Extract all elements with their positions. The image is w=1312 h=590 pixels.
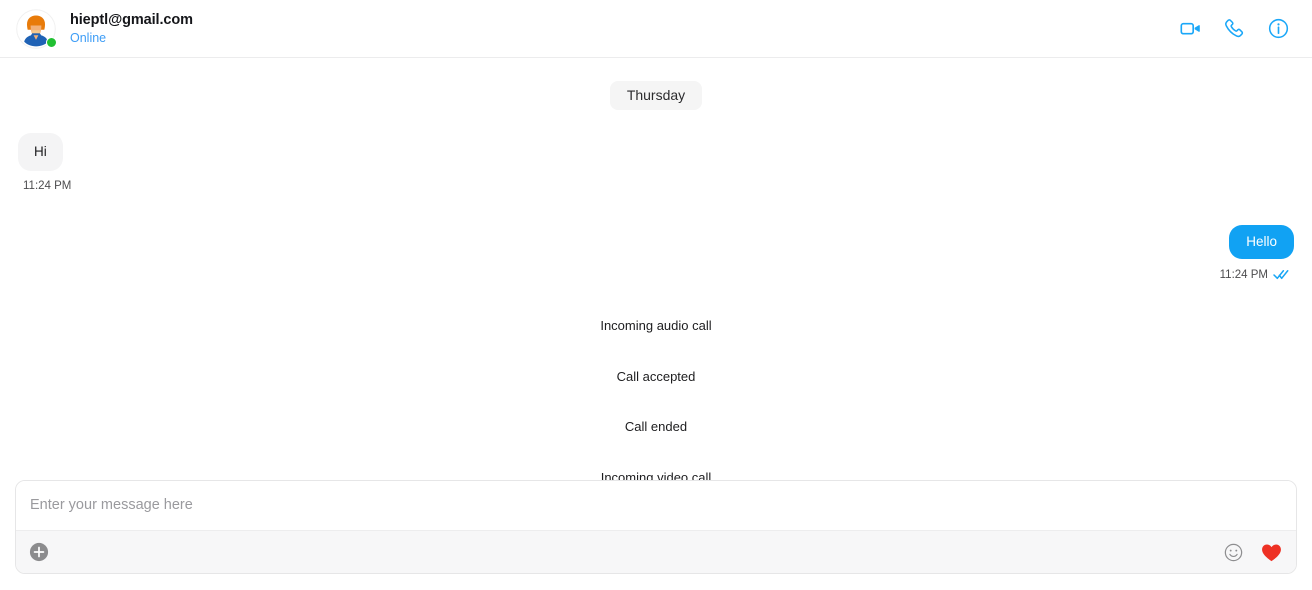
emoji-picker-button[interactable]	[1223, 542, 1244, 563]
plus-circle-icon	[29, 542, 49, 562]
phone-glyph	[1224, 19, 1243, 38]
message-list: Thursday Hi 11:24 PM Hello 11:24 PM Inco…	[0, 58, 1312, 480]
message-meta: 11:24 PM	[1220, 268, 1294, 281]
info-icon[interactable]	[1266, 17, 1290, 41]
composer-toolbar-right	[1223, 541, 1283, 564]
composer-toolbar	[16, 530, 1296, 573]
audio-call-icon[interactable]	[1222, 17, 1246, 41]
message-meta: 11:24 PM	[18, 180, 71, 192]
online-status-dot	[46, 36, 57, 48]
composer	[15, 480, 1297, 574]
message-timestamp: 11:24 PM	[23, 179, 72, 192]
send-heart-button[interactable]	[1260, 541, 1283, 564]
composer-area	[0, 480, 1312, 590]
video-call-icon[interactable]	[1178, 17, 1202, 41]
message-input[interactable]	[30, 497, 1282, 513]
header-actions	[1178, 17, 1290, 41]
peer-status: Online	[70, 30, 107, 45]
add-attachment-button[interactable]	[29, 542, 49, 562]
double-check-glyph	[1273, 270, 1289, 280]
day-divider: Thursday	[18, 81, 1294, 110]
read-receipt-icon	[1273, 268, 1290, 281]
info-circle-glyph	[1268, 18, 1288, 39]
peer-info[interactable]: hieptl@gmail.com Online	[16, 8, 1178, 49]
day-divider-label: Thursday	[609, 81, 703, 110]
peer-meta: hieptl@gmail.com Online	[70, 12, 193, 45]
message-timestamp: 11:24 PM	[1219, 268, 1268, 281]
message-row-outgoing: Hello 11:24 PM	[18, 224, 1294, 281]
smiley-icon	[1224, 543, 1243, 561]
message-bubble[interactable]: Hello	[1229, 224, 1294, 260]
chat-header: hieptl@gmail.com Online	[0, 0, 1312, 58]
system-message: Call ended	[624, 419, 688, 435]
peer-name: hieptl@gmail.com	[70, 11, 193, 28]
heart-icon	[1262, 543, 1281, 561]
composer-input-area[interactable]	[16, 481, 1296, 530]
system-message: Incoming audio call	[600, 318, 712, 334]
system-message: Incoming video call	[600, 469, 712, 480]
avatar[interactable]	[16, 8, 57, 49]
video-camera-glyph	[1179, 22, 1200, 35]
system-message: Call accepted	[616, 368, 696, 384]
chat-window: hieptl@gmail.com Online Thursday Hi 11:2…	[0, 0, 1312, 590]
message-row-incoming: Hi 11:24 PM	[18, 132, 1294, 192]
message-bubble[interactable]: Hi	[18, 132, 63, 171]
